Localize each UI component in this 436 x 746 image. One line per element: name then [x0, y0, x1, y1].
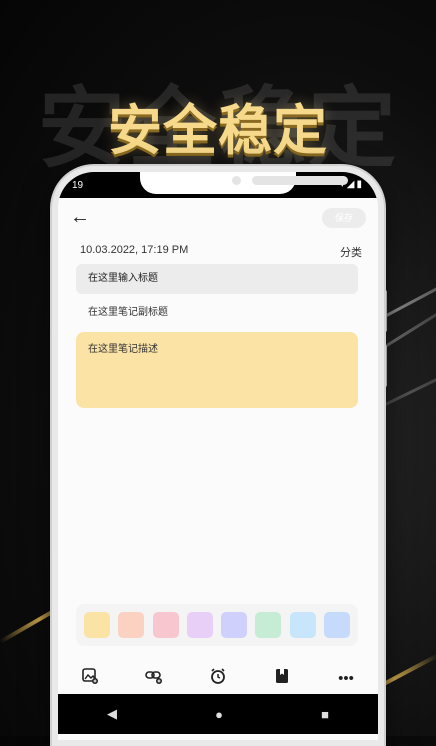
alarm-icon[interactable]: [202, 668, 234, 688]
back-arrow-icon[interactable]: ←: [70, 206, 90, 229]
bookmark-icon[interactable]: [266, 668, 298, 688]
color-palette: [76, 604, 358, 646]
category-selector[interactable]: 分类: [340, 244, 362, 260]
status-time: 19: [72, 180, 84, 191]
note-datetime: 10.03.2022, 17:19 PM: [80, 244, 189, 256]
image-add-icon[interactable]: [74, 668, 106, 688]
color-swatch[interactable]: [255, 612, 282, 638]
link-add-icon[interactable]: [138, 668, 170, 688]
color-swatch[interactable]: [323, 612, 350, 638]
color-swatch[interactable]: [152, 612, 179, 638]
bottom-toolbar: •••: [58, 662, 378, 694]
color-swatch[interactable]: [118, 612, 145, 638]
nav-recents-icon[interactable]: ■: [321, 707, 329, 722]
color-swatch[interactable]: [289, 612, 316, 638]
banner-title: 安全稳定: [108, 99, 328, 162]
title-input[interactable]: 在这里输入标题: [76, 264, 358, 294]
phone-notch: [140, 172, 348, 194]
more-icon[interactable]: •••: [330, 670, 362, 687]
phone-frame: 19 ▾◢▮ ← 保存 10.03.2022, 17:19 PM 分类 在这里输…: [52, 166, 384, 746]
system-nav-bar: ◀ ● ■: [58, 694, 378, 734]
save-button[interactable]: 保存: [322, 208, 366, 228]
speaker-bar: [252, 176, 348, 185]
nav-home-icon[interactable]: ●: [215, 707, 223, 722]
color-swatch[interactable]: [84, 612, 110, 638]
description-input[interactable]: 在这里笔记描述: [76, 332, 358, 408]
camera-icon: [232, 176, 241, 185]
subtitle-input[interactable]: 在这里笔记副标题: [76, 300, 358, 326]
color-swatch[interactable]: [186, 612, 213, 638]
nav-back-icon[interactable]: ◀: [107, 706, 117, 722]
color-swatch[interactable]: [221, 612, 248, 638]
